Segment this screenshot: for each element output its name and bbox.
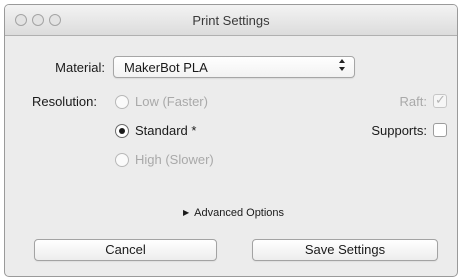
material-selected-value: MakerBot PLA <box>124 60 208 75</box>
print-settings-window: Print Settings Material: MakerBot PLA Re… <box>4 4 458 277</box>
supports-checkbox[interactable] <box>433 123 447 137</box>
material-select[interactable]: MakerBot PLA <box>113 56 355 78</box>
supports-label: Supports: <box>371 123 427 138</box>
save-settings-button[interactable]: Save Settings <box>252 239 438 261</box>
resolution-label: Resolution: <box>31 94 97 109</box>
radio-button[interactable] <box>115 153 129 167</box>
window-title: Print Settings <box>192 13 270 28</box>
checkmark-icon: ✓ <box>435 92 446 107</box>
updown-arrows-icon <box>338 58 346 74</box>
resolution-option-label: Standard * <box>135 123 197 138</box>
radio-button-selected[interactable] <box>115 124 129 138</box>
radio-button[interactable] <box>115 95 129 109</box>
advanced-options-toggle[interactable]: ▶ Advanced Options <box>183 207 284 219</box>
resolution-option-label: High (Slower) <box>135 152 214 167</box>
raft-label: Raft: <box>399 94 427 109</box>
advanced-options-label: Advanced Options <box>194 207 285 219</box>
raft-checkbox[interactable]: ✓ <box>433 92 447 108</box>
disclosure-triangle-icon: ▶ <box>183 208 190 217</box>
material-label: Material: <box>55 60 105 75</box>
title-bar: Print Settings <box>5 5 457 36</box>
cancel-button[interactable]: Cancel <box>34 239 217 261</box>
resolution-option-label: Low (Faster) <box>135 94 208 109</box>
radio-dot-icon <box>119 128 125 134</box>
